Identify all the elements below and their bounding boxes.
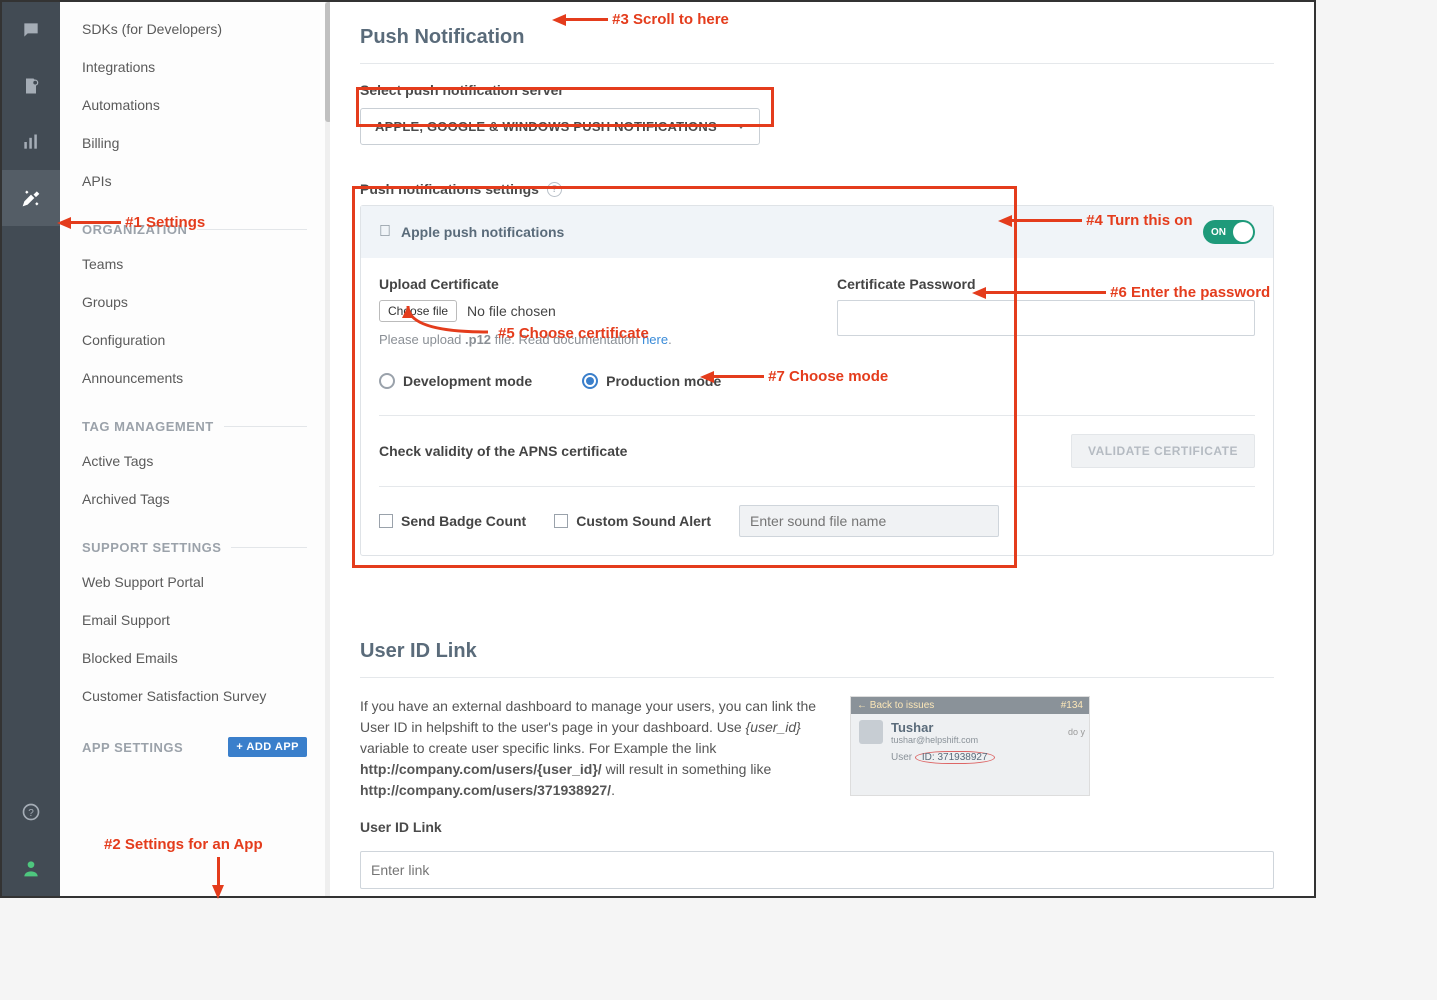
chevron-down-icon: [737, 124, 745, 129]
sidebar-item-csat[interactable]: Customer Satisfaction Survey: [60, 677, 329, 715]
settings-sidebar: SDKs (for Developers) Integrations Autom…: [60, 2, 330, 896]
upload-cert-label: Upload Certificate: [379, 276, 797, 292]
push-notification-title: Push Notification: [360, 22, 1274, 64]
sidebar-item-apis[interactable]: APIs: [60, 162, 329, 200]
add-app-button[interactable]: + ADD APP: [228, 737, 307, 757]
main-content: Push Notification Select push notificati…: [330, 2, 1314, 896]
analytics-icon[interactable]: [2, 114, 60, 170]
select-server-label: Select push notification server: [360, 82, 1274, 98]
upload-hint: Please upload .p12 file. Read documentat…: [379, 332, 797, 347]
settings-icon[interactable]: [2, 170, 60, 226]
apple-push-panel:  Apple push notifications ON Upload Cer…: [360, 205, 1274, 556]
file-chosen-text: No file chosen: [467, 303, 556, 319]
chat-icon[interactable]: [2, 2, 60, 58]
apple-push-header: Apple push notifications: [401, 224, 564, 240]
sidebar-item-configuration[interactable]: Configuration: [60, 321, 329, 359]
production-mode-radio[interactable]: Production mode: [582, 373, 721, 389]
userid-link-input[interactable]: [360, 851, 1274, 889]
push-settings-label: Push notifications settings: [360, 181, 539, 197]
sidebar-item-web-support[interactable]: Web Support Portal: [60, 563, 329, 601]
sidebar-item-teams[interactable]: Teams: [60, 245, 329, 283]
apple-icon: : [379, 223, 391, 241]
sidebar-item-automations[interactable]: Automations: [60, 86, 329, 124]
sidebar-item-announcements[interactable]: Announcements: [60, 359, 329, 397]
sidebar-item-blocked-emails[interactable]: Blocked Emails: [60, 639, 329, 677]
custom-sound-checkbox[interactable]: Custom Sound Alert: [554, 513, 711, 529]
cert-password-label: Certificate Password: [837, 276, 1255, 292]
nav-rail: ?: [2, 2, 60, 896]
validate-cert-button: VALIDATE CERTIFICATE: [1071, 434, 1255, 468]
sidebar-item-integrations[interactable]: Integrations: [60, 48, 329, 86]
sound-file-input[interactable]: [739, 505, 999, 537]
sidebar-item-billing[interactable]: Billing: [60, 124, 329, 162]
docs-link[interactable]: here: [642, 332, 668, 347]
apple-push-toggle[interactable]: ON: [1203, 220, 1255, 244]
send-badge-checkbox[interactable]: Send Badge Count: [379, 513, 526, 529]
sidebar-item-email-support[interactable]: Email Support: [60, 601, 329, 639]
push-server-value: APPLE, GOOGLE & WINDOWS PUSH NOTIFICATIO…: [375, 119, 717, 134]
sidebar-header-app-settings: APP SETTINGS + ADD APP: [60, 715, 329, 765]
profile-icon[interactable]: [2, 840, 60, 896]
choose-file-button[interactable]: Choose file: [379, 300, 457, 322]
help-icon[interactable]: ?: [547, 182, 562, 197]
avatar-icon: [859, 720, 883, 744]
userid-description: If you have an external dashboard to man…: [360, 696, 820, 801]
validate-label: Check validity of the APNS certificate: [379, 443, 627, 459]
sidebar-item-archived-tags[interactable]: Archived Tags: [60, 480, 329, 518]
docs-icon[interactable]: [2, 58, 60, 114]
sidebar-item-active-tags[interactable]: Active Tags: [60, 442, 329, 480]
userid-link-label: User ID Link: [360, 819, 1274, 835]
push-server-select[interactable]: APPLE, GOOGLE & WINDOWS PUSH NOTIFICATIO…: [360, 108, 760, 145]
cert-password-input[interactable]: [837, 300, 1255, 336]
sidebar-item-sdks[interactable]: SDKs (for Developers): [60, 10, 329, 48]
sidebar-header-organization: ORGANIZATION: [60, 200, 329, 245]
svg-text:?: ?: [28, 808, 34, 819]
help-icon[interactable]: ?: [2, 784, 60, 840]
sidebar-header-tags: TAG MANAGEMENT: [60, 397, 329, 442]
sidebar-header-support: SUPPORT SETTINGS: [60, 518, 329, 563]
userid-preview-image: ← Back to issues#134 Tushar tushar@helps…: [850, 696, 1090, 796]
userid-link-title: User ID Link: [360, 636, 1274, 678]
development-mode-radio[interactable]: Development mode: [379, 373, 532, 389]
sidebar-item-groups[interactable]: Groups: [60, 283, 329, 321]
